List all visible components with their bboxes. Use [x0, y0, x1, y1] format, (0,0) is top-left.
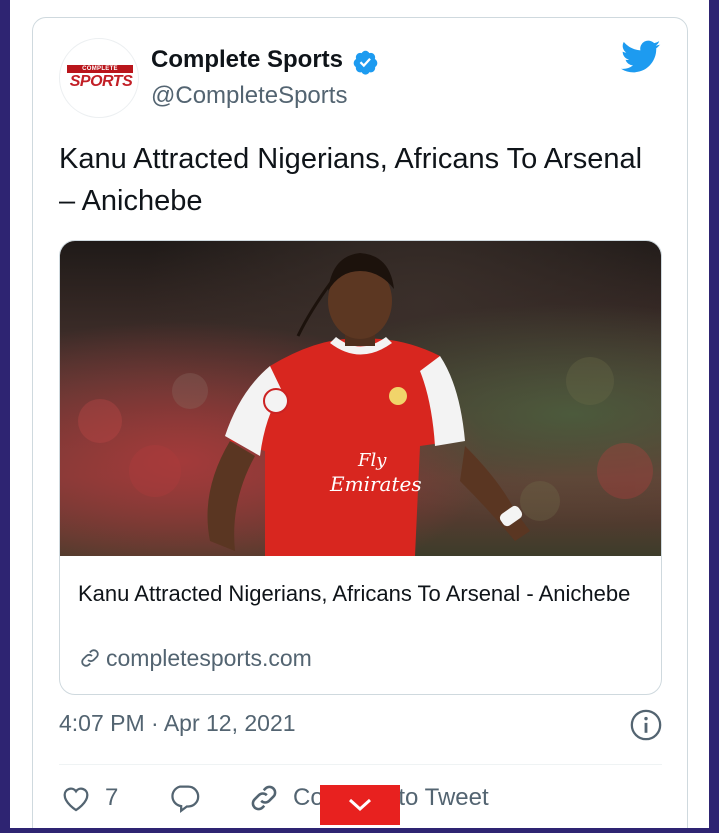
tweet-card[interactable]: COMPLETE SPORTS Complete Sports @Complet…: [32, 17, 688, 833]
tweet-timestamp[interactable]: 4:07 PM · Apr 12, 2021: [59, 710, 296, 737]
player-illustration: Fly Emirates: [78, 253, 653, 556]
account-handle[interactable]: @CompleteSports: [151, 82, 347, 110]
tweet-text: Kanu Attracted Nigerians, Africans To Ar…: [59, 143, 643, 217]
verified-badge-icon: [353, 50, 378, 75]
scroll-down-button[interactable]: [320, 785, 400, 825]
link-icon: [251, 785, 277, 811]
bottom-frame-bar: [0, 828, 719, 833]
link-preview-card[interactable]: Fly Emirates Kanu Attracted Nigerians, A…: [59, 240, 662, 695]
chevron-down-icon: [348, 798, 372, 812]
link-preview-image[interactable]: Fly Emirates: [60, 241, 661, 556]
like-count: 7: [105, 784, 119, 811]
page: COMPLETE SPORTS Complete Sports @Complet…: [10, 0, 709, 833]
info-icon[interactable]: [629, 708, 663, 742]
divider: [59, 764, 662, 765]
twitter-bird-icon[interactable]: [621, 40, 661, 74]
heart-icon: [63, 787, 89, 812]
like-button[interactable]: 7: [59, 778, 118, 818]
svg-text:Fly: Fly: [357, 450, 387, 471]
link-preview-domain-text: completesports.com: [106, 645, 312, 671]
svg-text:Emirates: Emirates: [329, 472, 422, 496]
reply-bubble-icon: [171, 785, 200, 814]
avatar[interactable]: COMPLETE SPORTS: [59, 38, 139, 118]
link-preview-title: Kanu Attracted Nigerians, Africans To Ar…: [78, 581, 631, 606]
link-icon: [81, 649, 99, 667]
link-preview-domain[interactable]: completesports.com: [78, 645, 312, 672]
account-name[interactable]: Complete Sports: [151, 46, 343, 74]
reply-button[interactable]: [167, 778, 201, 818]
avatar-logo-main: SPORTS: [69, 73, 133, 90]
avatar-logo-top: COMPLETE: [67, 65, 133, 73]
